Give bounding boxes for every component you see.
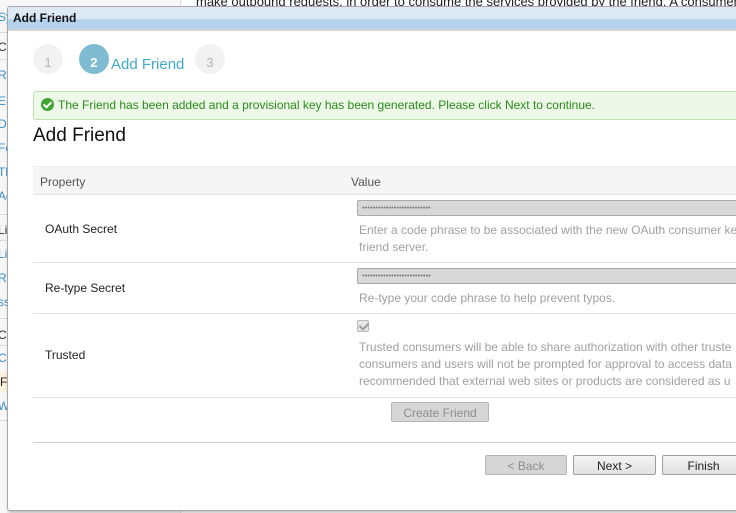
step-2-active: 2 bbox=[79, 44, 109, 74]
section-title: Add Friend bbox=[33, 125, 126, 146]
table-row-retype-secret: Re-type Secret •••••••••••••••••••••••••… bbox=[33, 263, 736, 314]
help-text: recommended that external web sites or p… bbox=[359, 374, 731, 388]
alert-message: The Friend has been added and a provisio… bbox=[58, 98, 596, 112]
help-text: Trusted consumers will be able to share … bbox=[359, 340, 732, 354]
property-label: OAuth Secret bbox=[45, 222, 118, 236]
footer-divider bbox=[33, 442, 736, 443]
dialog-title[interactable]: Add Friend bbox=[8, 7, 736, 31]
retype-secret-input[interactable]: •••••••••••••••••••••••••• bbox=[357, 268, 736, 284]
step-3: 3 bbox=[195, 44, 225, 74]
properties-table: Property Value OAuth Secret ••••••••••••… bbox=[33, 166, 736, 398]
finish-button[interactable]: Finish bbox=[662, 455, 736, 475]
help-text: friend server. bbox=[359, 240, 429, 254]
property-label: Re-type Secret bbox=[45, 281, 126, 295]
add-friend-dialog: Add Friend 1 2 Add Friend 3 The Friend h… bbox=[7, 6, 736, 511]
check-circle-icon bbox=[41, 98, 54, 111]
help-text: Re-type your code phrase to help prevent… bbox=[359, 291, 616, 305]
create-friend-button[interactable]: Create Friend bbox=[391, 402, 489, 422]
trusted-checkbox[interactable] bbox=[357, 320, 369, 332]
header-property: Property bbox=[40, 175, 86, 189]
back-button[interactable]: < Back bbox=[485, 455, 567, 475]
step-1: 1 bbox=[33, 44, 63, 74]
table-row-trusted: Trusted Trusted consumers will be able t… bbox=[33, 314, 736, 398]
success-alert: The Friend has been added and a provisio… bbox=[33, 91, 736, 120]
help-text: consumers and users will not be prompted… bbox=[359, 357, 732, 371]
oauth-secret-input[interactable]: •••••••••••••••••••••••••• bbox=[357, 200, 736, 216]
help-text: Enter a code phrase to be associated wit… bbox=[359, 223, 736, 237]
next-button[interactable]: Next > bbox=[573, 455, 656, 475]
table-row-oauth-secret: OAuth Secret •••••••••••••••••••••••••• … bbox=[33, 195, 736, 263]
property-label: Trusted bbox=[45, 348, 86, 362]
table-header: Property Value bbox=[33, 166, 736, 195]
header-value: Value bbox=[351, 175, 381, 189]
step-2-label: Add Friend bbox=[111, 56, 185, 73]
